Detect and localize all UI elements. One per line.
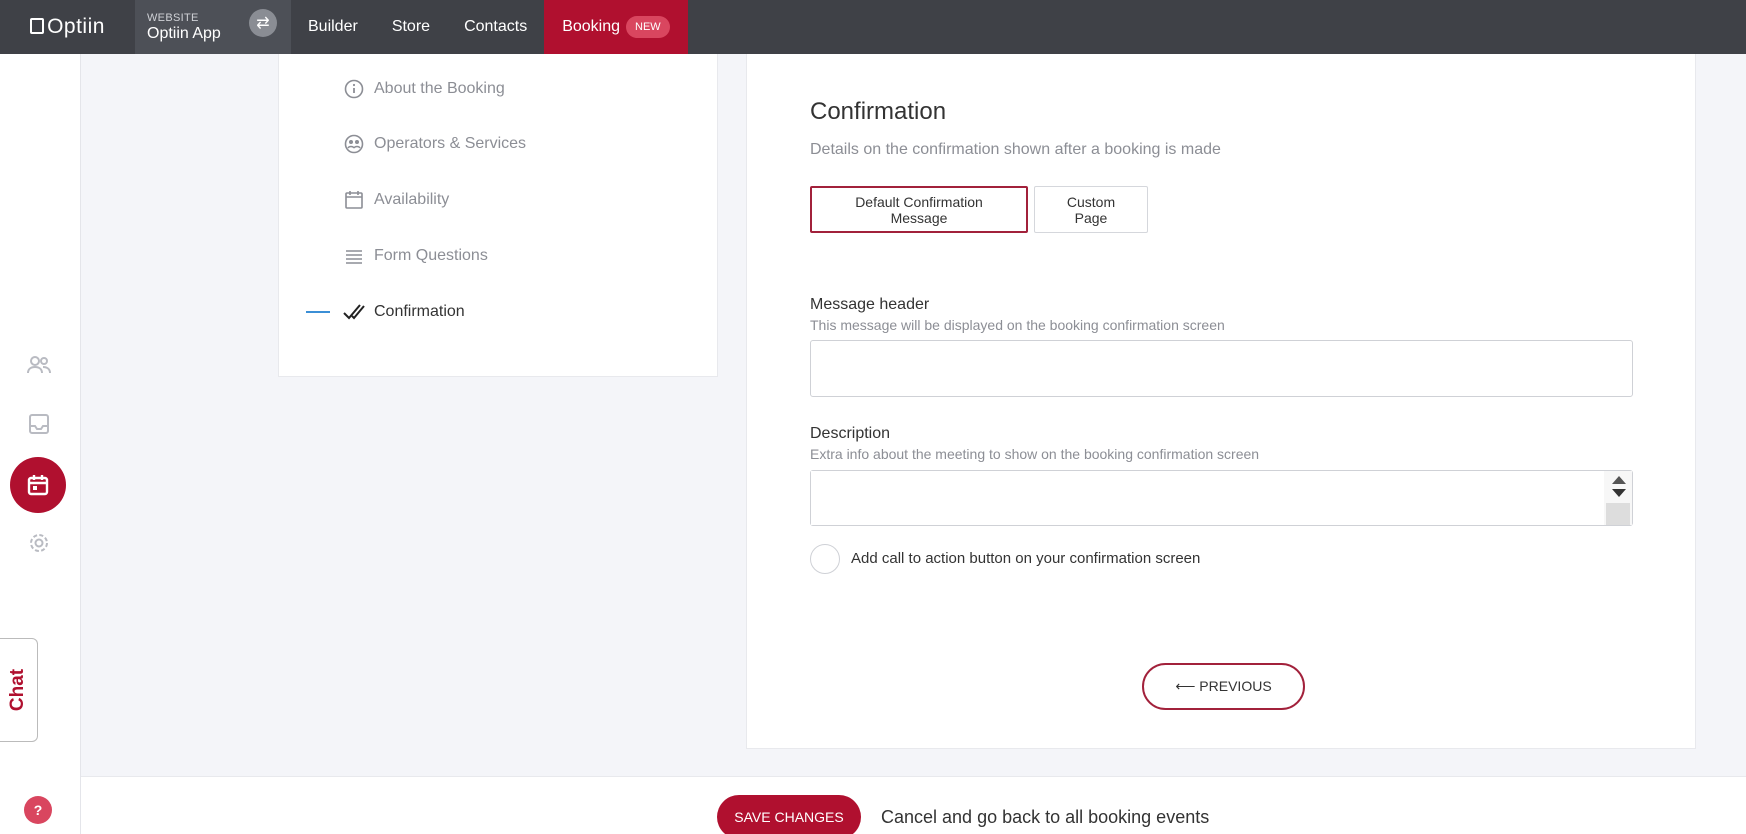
cancel-link[interactable]: Cancel and go back to all booking events: [881, 807, 1209, 828]
message-header-help: This message will be displayed on the bo…: [810, 317, 1225, 333]
message-header-input[interactable]: [810, 340, 1633, 397]
gear-icon[interactable]: [26, 530, 52, 556]
calendar-icon: [27, 475, 49, 496]
page-title: Confirmation: [810, 98, 947, 125]
list-icon: [343, 245, 365, 267]
default-confirmation-button[interactable]: Default Confirmation Message: [810, 186, 1028, 233]
top-navigation-bar: Optiin WEBSITE Optiin App ⇄ Builder Stor…: [0, 0, 1746, 54]
textarea-scroll-control[interactable]: [1604, 471, 1632, 525]
inbox-icon[interactable]: [26, 411, 52, 437]
call-to-action-toggle[interactable]: [810, 544, 840, 574]
booking-steps-card: About the Booking Operators & Services A…: [278, 54, 718, 377]
website-switcher[interactable]: WEBSITE Optiin App ⇄: [135, 0, 291, 54]
booking-calendar-button[interactable]: [10, 457, 66, 513]
left-icon-rail: Chat ?: [0, 54, 81, 834]
operators-icon: [343, 133, 365, 155]
chat-label: Chat: [7, 668, 29, 712]
current-step-indicator: [306, 311, 330, 313]
description-textarea-wrap: [810, 470, 1633, 526]
switch-arrows-icon[interactable]: ⇄: [249, 9, 277, 37]
logo-icon: [30, 18, 45, 34]
website-name: Optiin App: [147, 24, 221, 42]
description-label: Description: [810, 425, 891, 442]
page-subtitle: Details on the confirmation shown after …: [810, 141, 1221, 158]
save-changes-button[interactable]: SAVE CHANGES: [717, 795, 861, 834]
contacts-icon[interactable]: [26, 352, 52, 378]
calendar-icon: [343, 189, 365, 211]
nav-booking-label: Booking: [562, 18, 621, 35]
call-to-action-label: Add call to action button on your confir…: [851, 550, 1201, 567]
custom-page-button[interactable]: Custom Page: [1034, 186, 1148, 233]
confirmation-settings-card: Confirmation Details on the confirmation…: [746, 54, 1696, 749]
previous-button[interactable]: ⟵ PREVIOUS: [1142, 663, 1305, 710]
double-check-icon: [343, 301, 365, 323]
step-label: About the Booking: [374, 80, 505, 97]
resize-grip-icon[interactable]: [1606, 503, 1630, 525]
nav-builder[interactable]: Builder: [291, 0, 375, 54]
scroll-up-icon[interactable]: [1612, 476, 1626, 484]
new-badge: NEW: [626, 16, 670, 38]
website-label: WEBSITE: [147, 11, 199, 24]
message-header-label: Message header: [810, 296, 930, 313]
step-label: Availability: [374, 191, 450, 208]
description-textarea[interactable]: [811, 471, 1601, 525]
step-label: Form Questions: [374, 247, 488, 264]
info-icon: [343, 78, 365, 100]
nav-contacts[interactable]: Contacts: [447, 0, 544, 54]
description-help: Extra info about the meeting to show on …: [810, 446, 1260, 462]
help-icon[interactable]: ?: [24, 796, 52, 824]
step-label: Confirmation: [374, 303, 465, 320]
logo-text: Optiin: [47, 15, 105, 38]
nav-booking[interactable]: Booking NEW: [544, 0, 688, 54]
chat-tab[interactable]: Chat: [0, 638, 38, 742]
bottom-action-bar: SAVE CHANGES Cancel and go back to all b…: [81, 776, 1746, 834]
app-logo[interactable]: Optiin: [0, 0, 135, 54]
scroll-down-icon[interactable]: [1612, 489, 1626, 497]
step-label: Operators & Services: [374, 135, 527, 152]
nav-store[interactable]: Store: [375, 0, 447, 54]
